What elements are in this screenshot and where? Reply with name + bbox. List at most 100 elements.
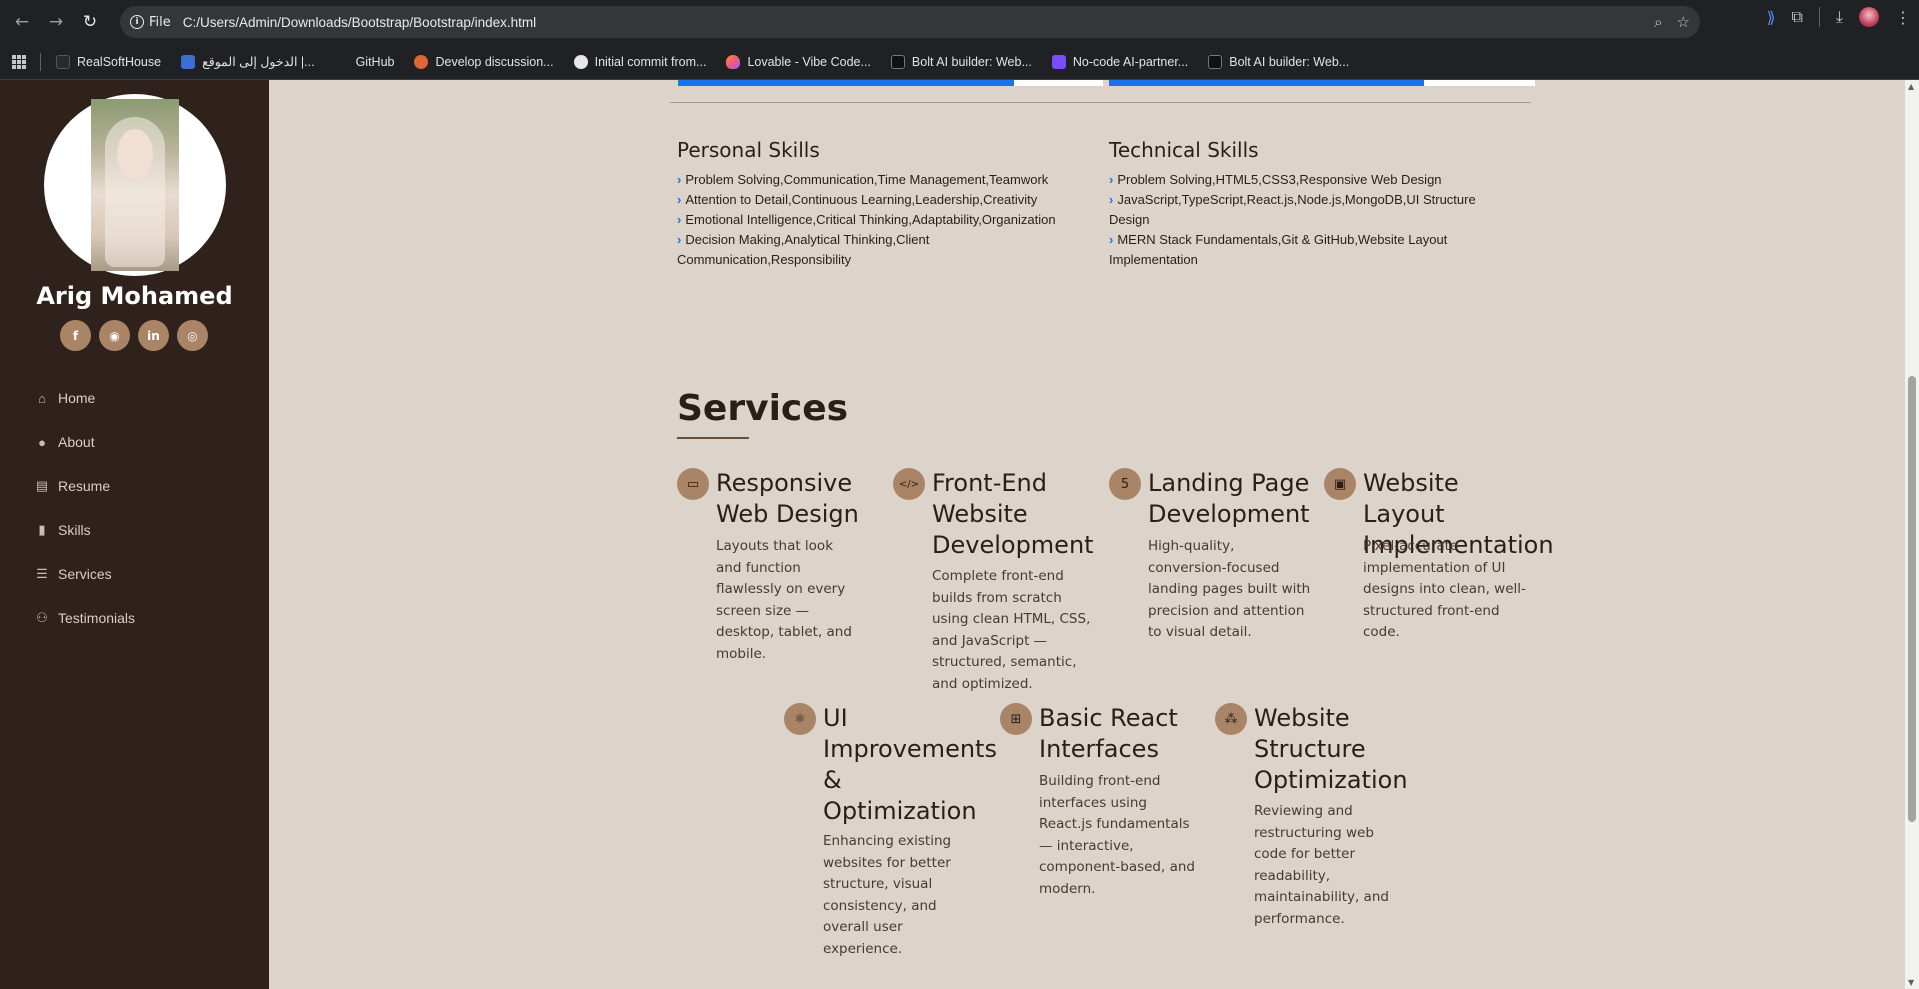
facebook-icon[interactable]: f — [60, 320, 91, 351]
bookmark-item[interactable]: Bolt AI builder: Web... — [882, 48, 1041, 76]
favicon-icon — [334, 54, 349, 69]
bookmark-item[interactable]: No-code AI-partner... — [1043, 48, 1197, 76]
chevron-right-icon: › — [677, 192, 682, 207]
services-title-underline — [677, 437, 749, 439]
site-info-chip[interactable]: i File — [130, 15, 171, 30]
zoom-icon[interactable]: ⌕ — [1654, 13, 1662, 31]
service-description: Pixel-accurate implementation of UI desi… — [1363, 538, 1526, 640]
skill-progress-fill — [1109, 80, 1425, 86]
instagram-icon[interactable]: ◎ — [177, 320, 208, 351]
service-title: Responsive Web Design — [716, 469, 859, 528]
linkedin-icon[interactable]: in — [138, 320, 169, 351]
service-description: Building front-end interfaces using Reac… — [1039, 773, 1195, 897]
back-arrow-icon[interactable]: ← — [8, 8, 36, 36]
bookmarks-bar: RealSoftHouse الدخول إلى الموقع |... Git… — [0, 44, 1919, 80]
technical-skills-title: Technical Skills — [1109, 138, 1259, 162]
skill-progress-fill — [678, 80, 1014, 86]
skill-item: › Problem Solving,Communication,Time Mana… — [677, 172, 1049, 187]
profile-photo — [44, 94, 226, 276]
sitemap-icon: ⊞ — [1000, 703, 1032, 735]
forward-arrow-icon[interactable]: → — [42, 8, 70, 36]
chevron-right-icon: › — [677, 232, 682, 247]
protocol-label: File — [149, 14, 171, 30]
browser-toolbar: ← → ↻ i File C:/Users/Admin/Downloads/Bo… — [0, 0, 1919, 44]
bookmark-item[interactable]: الدخول إلى الموقع |... — [172, 48, 324, 76]
bookmark-item[interactable]: Develop discussion... — [405, 48, 562, 76]
bookmark-item[interactable]: Initial commit from... — [565, 48, 716, 76]
service-description: Complete front-end builds from scratch u… — [932, 568, 1091, 692]
person-icon: ● — [38, 434, 46, 450]
skill-progress-bar — [1109, 80, 1535, 86]
sidebar-item-home[interactable]: ⌂ Home — [34, 376, 264, 420]
profile-avatar-icon[interactable] — [1859, 7, 1879, 27]
profile-image — [91, 99, 179, 271]
skill-item: › MERN Stack Fundamentals,Git & GitHub,We… — [1109, 232, 1448, 267]
menu-kebab-icon[interactable]: ⋮ — [1895, 8, 1911, 27]
book-icon: ▮ — [38, 522, 46, 537]
bookmark-item[interactable]: GitHub — [326, 48, 404, 76]
download-icon[interactable]: ⤓ — [1836, 7, 1843, 27]
services-title: Services — [677, 388, 849, 429]
social-links: f ◉ in ◎ — [60, 320, 208, 351]
service-title: Landing Page Development — [1148, 469, 1310, 528]
skill-item: › Problem Solving,HTML5,CSS3,Responsive W… — [1109, 172, 1442, 187]
personal-skills: Personal Skills › Problem Solving,Communi… — [677, 138, 1097, 270]
bolt-favicon-icon — [890, 54, 905, 69]
github-icon[interactable]: ◉ — [99, 320, 130, 351]
service-title: Basic React Interfaces — [1039, 704, 1178, 763]
address-bar[interactable]: i File C:/Users/Admin/Downloads/Bootstra… — [120, 6, 1700, 38]
favicon-icon — [56, 54, 70, 69]
chevron-right-icon: › — [677, 212, 682, 227]
bookmark-item[interactable]: Lovable - Vibe Code... — [717, 48, 879, 76]
github-favicon-icon — [573, 54, 588, 69]
service-description: Reviewing and restructuring web code for… — [1254, 803, 1389, 927]
sidebar-item-testimonials[interactable]: ⚇ Testimonials — [34, 596, 264, 640]
bookmark-item[interactable]: Bolt AI builder: Web... — [1199, 48, 1358, 76]
sidebar-item-about[interactable]: ● About — [34, 420, 264, 464]
section-divider — [670, 102, 1531, 103]
sidebar-item-skills[interactable]: ▮ Skills — [34, 508, 264, 552]
chevron-right-icon: › — [677, 172, 682, 187]
reload-icon[interactable]: ↻ — [76, 8, 104, 36]
bookmark-star-icon[interactable]: ☆ — [1677, 13, 1690, 31]
skill-item: › Decision Making,Analytical Thinking,Cli… — [677, 232, 930, 267]
sidebar-item-resume[interactable]: ▤ Resume — [34, 464, 264, 508]
react-icon: ⚛ — [784, 703, 816, 735]
scrollbar-thumb[interactable] — [1908, 376, 1916, 822]
technical-skills: Technical Skills › Problem Solving,HTML5,… — [1109, 138, 1509, 270]
toolbar-divider — [1818, 7, 1820, 27]
service-description: High-quality, conversion-focused landing… — [1148, 538, 1311, 640]
scroll-up-arrow-icon[interactable]: ▲ — [1908, 82, 1914, 91]
extensions-puzzle-icon[interactable]: ⧉ — [1791, 7, 1802, 27]
bookmark-item[interactable]: RealSoftHouse — [47, 48, 170, 76]
service-description: Enhancing existing websites for better s… — [823, 833, 952, 957]
skill-item: › JavaScript,TypeScript,React.js,Node.js,… — [1109, 192, 1476, 227]
chevron-right-icon: › — [1109, 172, 1114, 187]
personal-skills-title: Personal Skills — [677, 138, 820, 162]
skill-item: › Emotional Intelligence,Critical Thinkin… — [677, 212, 1056, 227]
page-scrollbar[interactable]: ▲ ▼ — [1905, 80, 1919, 989]
lovable-favicon-icon — [726, 54, 741, 69]
info-icon: i — [130, 15, 144, 29]
scroll-down-arrow-icon[interactable]: ▼ — [1908, 978, 1914, 987]
laptop-icon: ▭ — [677, 468, 709, 500]
extension-wave-icon[interactable]: ⟫ — [1767, 8, 1776, 27]
apps-grid-icon[interactable] — [12, 54, 26, 69]
users-icon: ⚇ — [36, 610, 48, 625]
skill-progress-bar — [678, 80, 1103, 86]
service-title: UI Improvements & Optimization — [823, 704, 997, 825]
service-title: Website Structure Optimization — [1254, 704, 1408, 794]
sidebar-item-services[interactable]: ☰ Services — [34, 552, 264, 596]
hierarchy-icon: ⁂ — [1215, 703, 1247, 735]
url-text[interactable]: C:/Users/Admin/Downloads/Bootstrap/Boots… — [183, 15, 536, 30]
chevron-right-icon: › — [1109, 232, 1114, 247]
chevron-right-icon: › — [1109, 192, 1114, 207]
layout-icon: ▣ — [1324, 468, 1356, 500]
skill-item: › Attention to Detail,Continuous Learning… — [677, 192, 1038, 207]
sidebar: Arig Mohamed f ◉ in ◎ ⌂ Home ● About ▤ Resu… — [0, 80, 269, 989]
server-icon: ☰ — [36, 566, 48, 581]
bookmarks-divider — [40, 52, 41, 71]
profile-name: Arig Mohamed — [36, 282, 233, 310]
home-icon: ⌂ — [38, 390, 46, 406]
code-icon: </> — [893, 468, 925, 500]
